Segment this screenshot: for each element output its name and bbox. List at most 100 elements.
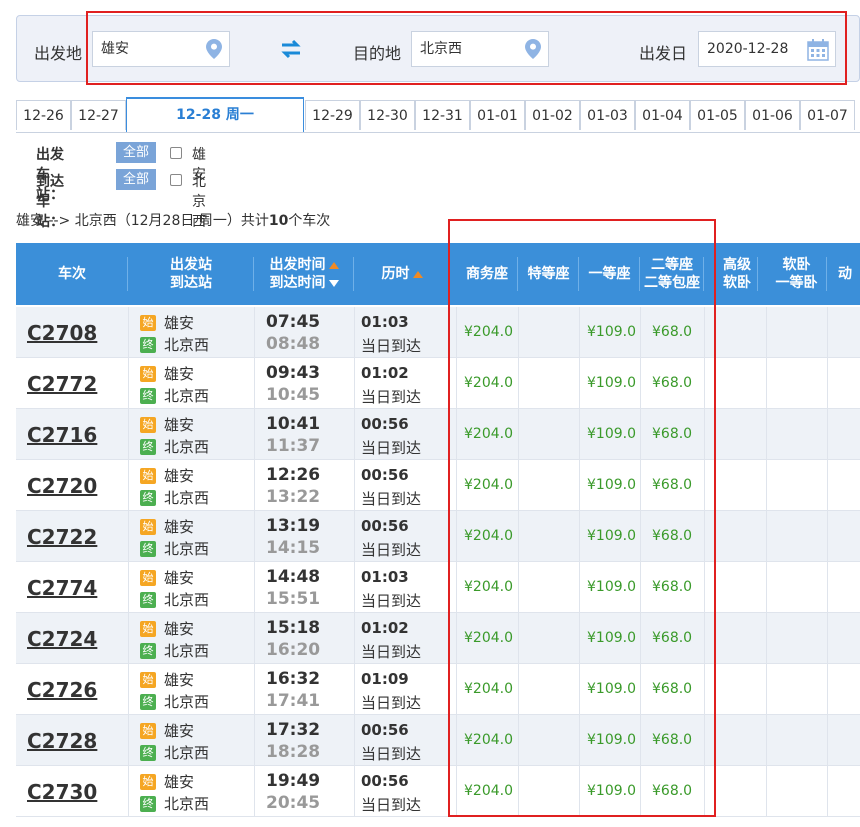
second-class-price[interactable]: ¥68.0 — [652, 528, 692, 544]
train-number-link[interactable]: C2728 — [27, 729, 97, 753]
train-number-link[interactable]: C2716 — [27, 423, 97, 447]
train-number-link[interactable]: C2772 — [27, 372, 97, 396]
cell-divider — [128, 715, 129, 765]
table-row[interactable]: C2730 始雄安终北京西 19:49 20:45 00:56 当日到达 ¥204.0 ¥10… — [16, 766, 860, 817]
end-station-tag: 终 — [140, 745, 156, 761]
departure-time: 17:32 — [266, 720, 321, 740]
second-class-price[interactable]: ¥68.0 — [652, 681, 692, 697]
first-class-price[interactable]: ¥109.0 — [587, 579, 636, 595]
business-price[interactable]: ¥204.0 — [464, 630, 513, 646]
business-price[interactable]: ¥204.0 — [464, 324, 513, 340]
from-station-input[interactable]: 雄安 — [92, 31, 230, 67]
business-price[interactable]: ¥204.0 — [464, 681, 513, 697]
cell-divider — [518, 664, 519, 714]
sort-asc-icon[interactable] — [412, 270, 423, 278]
train-number-link[interactable]: C2708 — [27, 321, 97, 345]
arrival-day: 当日到达 — [361, 745, 422, 763]
business-price[interactable]: ¥204.0 — [464, 528, 513, 544]
cell-divider — [456, 562, 457, 612]
table-row[interactable]: C2772 始雄安终北京西 09:43 10:45 01:02 当日到达 ¥204.0 ¥10… — [16, 358, 860, 409]
date-label: 出发日 — [639, 44, 688, 63]
col-duration[interactable]: 历时 — [354, 243, 450, 305]
first-class-price[interactable]: ¥109.0 — [587, 681, 636, 697]
depart-station-checkbox[interactable] — [170, 147, 182, 159]
arrival-time: 10:45 — [266, 385, 321, 405]
sort-desc-icon[interactable] — [328, 279, 339, 287]
to-station-input[interactable]: 北京西 — [411, 31, 549, 67]
business-price[interactable]: ¥204.0 — [464, 783, 513, 799]
date-tab[interactable]: 01-04 — [635, 100, 690, 130]
date-tab[interactable]: 12-26 — [16, 100, 71, 130]
first-class-price[interactable]: ¥109.0 — [587, 375, 636, 391]
date-tab[interactable]: 01-05 — [690, 100, 745, 130]
col-times[interactable]: 出发时间 到达时间 — [254, 243, 354, 305]
end-station-tag: 终 — [140, 694, 156, 710]
second-class-price[interactable]: ¥68.0 — [652, 579, 692, 595]
sort-asc-icon[interactable] — [328, 261, 339, 269]
date-input[interactable]: 2020-12-28 — [698, 31, 836, 67]
business-price[interactable]: ¥204.0 — [464, 375, 513, 391]
table-row[interactable]: C2724 始雄安终北京西 15:18 16:20 01:02 当日到达 ¥204.0 ¥10… — [16, 613, 860, 664]
cell-divider — [827, 664, 828, 714]
cell-divider — [456, 613, 457, 663]
first-class-price[interactable]: ¥109.0 — [587, 477, 636, 493]
train-number-link[interactable]: C2730 — [27, 780, 97, 804]
start-station-tag: 始 — [140, 672, 156, 688]
location-pin-icon[interactable] — [206, 39, 222, 59]
arrive-all-chip[interactable]: 全部 — [116, 169, 156, 190]
business-price[interactable]: ¥204.0 — [464, 426, 513, 442]
train-number-link[interactable]: C2726 — [27, 678, 97, 702]
arrival-day: 当日到达 — [361, 592, 422, 610]
table-row[interactable]: C2708 始雄安终北京西 07:45 08:48 01:03 当日到达 ¥204.0 ¥10… — [16, 307, 860, 358]
table-row[interactable]: C2716 始雄安终北京西 10:41 11:37 00:56 当日到达 ¥204.0 ¥10… — [16, 409, 860, 460]
second-class-price[interactable]: ¥68.0 — [652, 732, 692, 748]
second-class-price[interactable]: ¥68.0 — [652, 426, 692, 442]
first-class-price[interactable]: ¥109.0 — [587, 783, 636, 799]
arrival-time: 13:22 — [266, 487, 321, 507]
business-price[interactable]: ¥204.0 — [464, 477, 513, 493]
date-tab[interactable]: 01-07 — [800, 100, 855, 130]
table-row[interactable]: C2774 始雄安终北京西 14:48 15:51 01:03 当日到达 ¥204.0 ¥10… — [16, 562, 860, 613]
first-class-price[interactable]: ¥109.0 — [587, 426, 636, 442]
duration: 00:56 — [361, 772, 409, 790]
search-panel: 出发地 雄安 目的地 北京西 出发日 2020-12-28 — [16, 15, 860, 82]
first-class-price[interactable]: ¥109.0 — [587, 528, 636, 544]
cell-divider — [766, 613, 767, 663]
second-class-price[interactable]: ¥68.0 — [652, 375, 692, 391]
date-tab-active[interactable]: 12-28 周一 — [126, 97, 304, 133]
arrive-station-checkbox[interactable] — [170, 174, 182, 186]
second-class-price[interactable]: ¥68.0 — [652, 477, 692, 493]
train-number-link[interactable]: C2720 — [27, 474, 97, 498]
date-tab[interactable]: 12-31 — [415, 100, 470, 130]
cell-divider — [579, 511, 580, 561]
business-price[interactable]: ¥204.0 — [464, 732, 513, 748]
second-class-price[interactable]: ¥68.0 — [652, 324, 692, 340]
first-class-price[interactable]: ¥109.0 — [587, 630, 636, 646]
train-number-link[interactable]: C2722 — [27, 525, 97, 549]
depart-all-chip[interactable]: 全部 — [116, 142, 156, 163]
first-class-price[interactable]: ¥109.0 — [587, 732, 636, 748]
table-row[interactable]: C2728 始雄安终北京西 17:32 18:28 00:56 当日到达 ¥204.0 ¥10… — [16, 715, 860, 766]
date-tab[interactable]: 01-03 — [580, 100, 635, 130]
first-class-price[interactable]: ¥109.0 — [587, 324, 636, 340]
train-number-link[interactable]: C2724 — [27, 627, 97, 651]
date-tab[interactable]: 12-27 — [71, 100, 126, 130]
business-price[interactable]: ¥204.0 — [464, 579, 513, 595]
calendar-icon[interactable] — [807, 39, 829, 61]
train-number-link[interactable]: C2774 — [27, 576, 97, 600]
table-row[interactable]: C2722 始雄安终北京西 13:19 14:15 00:56 当日到达 ¥204.0 ¥10… — [16, 511, 860, 562]
swap-icon[interactable] — [280, 39, 302, 59]
location-pin-icon[interactable] — [525, 39, 541, 59]
table-row[interactable]: C2726 始雄安终北京西 16:32 17:41 01:09 当日到达 ¥204.0 ¥10… — [16, 664, 860, 715]
col-stations: 出发站 到达站 — [128, 243, 254, 305]
date-tab[interactable]: 12-29 — [305, 100, 360, 130]
date-tab[interactable]: 12-30 — [360, 100, 415, 130]
date-tab[interactable]: 01-06 — [745, 100, 800, 130]
arrival-station: 北京西 — [164, 438, 210, 456]
second-class-price[interactable]: ¥68.0 — [652, 630, 692, 646]
start-station-tag: 始 — [140, 519, 156, 535]
table-row[interactable]: C2720 始雄安终北京西 12:26 13:22 00:56 当日到达 ¥204.0 ¥10… — [16, 460, 860, 511]
date-tab[interactable]: 01-01 — [470, 100, 525, 130]
date-tab[interactable]: 01-02 — [525, 100, 580, 130]
second-class-price[interactable]: ¥68.0 — [652, 783, 692, 799]
